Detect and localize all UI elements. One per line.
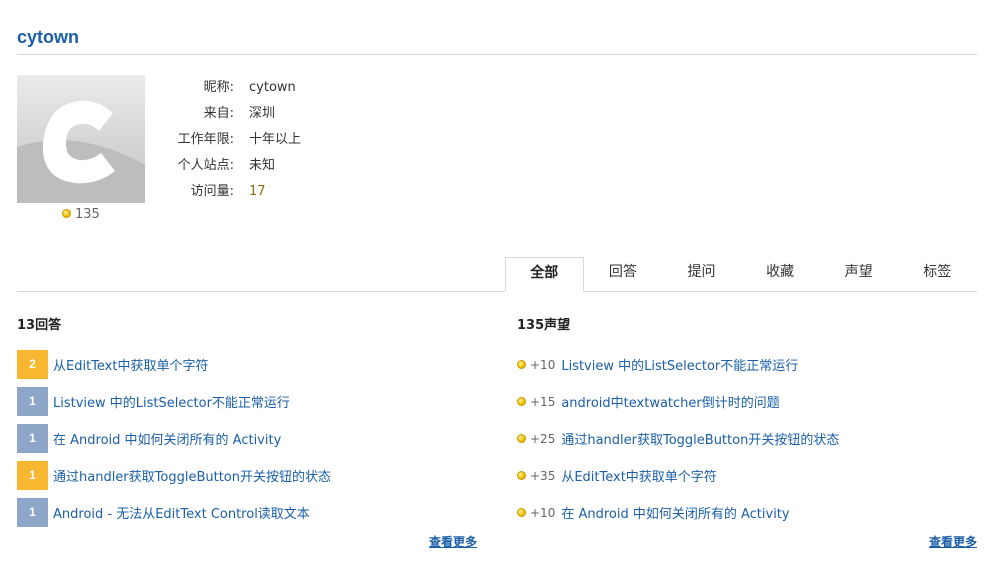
list-item: 1 在 Android 中如何关闭所有的 Activity	[17, 420, 487, 457]
question-link[interactable]: 通过handler获取ToggleButton开关按钮的状态	[561, 429, 839, 448]
answer-link[interactable]: 通过handler获取ToggleButton开关按钮的状态	[53, 466, 331, 485]
list-item: +10 在 Android 中如何关闭所有的 Activity	[517, 494, 977, 531]
answer-link[interactable]: Listview 中的ListSelector不能正常运行	[53, 392, 290, 411]
list-item: +10 Listview 中的ListSelector不能正常运行	[517, 346, 977, 383]
question-link[interactable]: 从EditText中获取单个字符	[561, 466, 716, 485]
answers-section-title: 13回答	[17, 318, 62, 333]
info-value: cytown	[249, 80, 296, 95]
tabs-divider	[17, 291, 977, 292]
info-value: 深圳	[249, 106, 276, 121]
vote-count: 2	[17, 350, 48, 379]
list-item: 1 Listview 中的ListSelector不能正常运行	[17, 383, 487, 420]
info-label: 工作年限:	[177, 132, 234, 147]
coin-icon	[517, 508, 526, 517]
avatar[interactable]	[17, 75, 145, 203]
profile-info: 昵称: cytown 来自: 深圳 工作年限: 十年以上 个人站点: 未知 访问…	[150, 77, 301, 207]
vote-count: 1	[17, 461, 48, 490]
vote-count: 1	[17, 424, 48, 453]
info-value: 十年以上	[249, 132, 302, 147]
coin-icon	[517, 471, 526, 480]
reputation-delta: +15	[530, 394, 556, 409]
info-row-experience: 工作年限: 十年以上	[150, 129, 301, 155]
list-item: 2 从EditText中获取单个字符	[17, 346, 487, 383]
info-value: 未知	[249, 158, 276, 173]
list-item: +15 android中textwatcher倒计时的问题	[517, 383, 977, 420]
question-link[interactable]: 在 Android 中如何关闭所有的 Activity	[561, 503, 789, 522]
info-label: 来自:	[203, 106, 234, 121]
list-item: +25 通过handler获取ToggleButton开关按钮的状态	[517, 420, 977, 457]
profile-username[interactable]: cytown	[17, 27, 79, 48]
vote-count: 1	[17, 498, 48, 527]
info-label: 访问量:	[190, 184, 234, 199]
coin-icon	[62, 209, 71, 218]
tab-all[interactable]: 全部	[505, 257, 584, 292]
coin-icon	[517, 360, 526, 369]
vote-count: 1	[17, 387, 48, 416]
info-value: 17	[249, 184, 266, 199]
avatar-image	[17, 75, 145, 203]
list-item: +35 从EditText中获取单个字符	[517, 457, 977, 494]
header-divider	[17, 54, 977, 55]
tab-favorites[interactable]: 收藏	[741, 257, 820, 292]
reputation-list: +10 Listview 中的ListSelector不能正常运行 +15 an…	[517, 346, 977, 531]
info-label: 个人站点:	[177, 158, 234, 173]
answer-link[interactable]: Android - 无法从EditText Control读取文本	[53, 503, 310, 522]
info-row-nickname: 昵称: cytown	[150, 77, 301, 103]
answer-link[interactable]: 在 Android 中如何关闭所有的 Activity	[53, 429, 281, 448]
reputation-value: 135	[75, 207, 100, 222]
reputation-delta: +35	[530, 468, 556, 483]
info-row-location: 来自: 深圳	[150, 103, 301, 129]
reputation-delta: +25	[530, 431, 556, 446]
tab-questions[interactable]: 提问	[662, 257, 741, 292]
answers-list: 2 从EditText中获取单个字符 1 Listview 中的ListSele…	[17, 346, 487, 531]
tab-tags[interactable]: 标签	[898, 257, 977, 292]
answer-link[interactable]: 从EditText中获取单个字符	[53, 355, 208, 374]
tab-answers[interactable]: 回答	[584, 257, 663, 292]
question-link[interactable]: android中textwatcher倒计时的问题	[561, 392, 779, 411]
info-row-visits: 访问量: 17	[150, 181, 301, 207]
coin-icon	[517, 434, 526, 443]
profile-tabs: 全部 回答 提问 收藏 声望 标签	[505, 257, 977, 292]
info-label: 昵称:	[203, 80, 234, 95]
list-item: 1 Android - 无法从EditText Control读取文本	[17, 494, 487, 531]
reputation-score: 135	[62, 207, 100, 222]
list-item: 1 通过handler获取ToggleButton开关按钮的状态	[17, 457, 487, 494]
tab-reputation[interactable]: 声望	[819, 257, 898, 292]
reputation-delta: +10	[530, 357, 556, 372]
answers-more-link[interactable]: 查看更多	[429, 533, 477, 550]
reputation-section-title: 135声望	[517, 318, 571, 333]
reputation-more-link[interactable]: 查看更多	[929, 533, 977, 550]
question-link[interactable]: Listview 中的ListSelector不能正常运行	[561, 355, 798, 374]
info-row-website: 个人站点: 未知	[150, 155, 301, 181]
coin-icon	[517, 397, 526, 406]
reputation-delta: +10	[530, 505, 556, 520]
